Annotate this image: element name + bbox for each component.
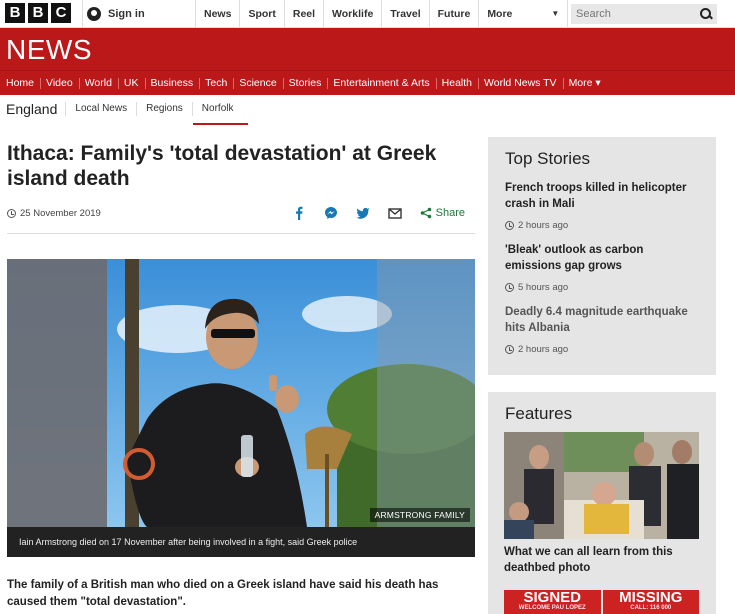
promo-small-text: CALL: 116 000 — [630, 605, 672, 611]
section-nav-business[interactable]: Business — [144, 71, 200, 96]
image-caption: Iain Armstrong died on 17 November after… — [7, 527, 475, 557]
share-button[interactable]: Share — [420, 207, 465, 219]
global-nav-news[interactable]: News — [195, 0, 239, 28]
clock-icon — [505, 345, 514, 354]
section-nav-tech[interactable]: Tech — [199, 71, 233, 96]
section-nav: Home Video World UK Business Tech Scienc… — [0, 70, 735, 95]
global-nav-worklife[interactable]: Worklife — [323, 0, 381, 28]
story-title[interactable]: 'Bleak' outlook as carbon emissions gap … — [505, 242, 699, 274]
features-panel: Features What we can all learn from this… — [488, 392, 716, 614]
share-label: Share — [435, 207, 465, 219]
clock-icon — [7, 209, 16, 218]
promo-small-text: WELCOME PAU LOPEZ — [518, 605, 586, 611]
region-title[interactable]: England — [0, 101, 65, 117]
chevron-down-icon: ▼ — [551, 9, 560, 18]
logo-letter: B — [28, 3, 48, 23]
regional-subnav: England Local News Regions Norfolk — [0, 96, 735, 125]
more-label: More — [487, 8, 513, 20]
top-story-item[interactable]: 'Bleak' outlook as carbon emissions gap … — [488, 242, 716, 293]
email-icon[interactable] — [387, 206, 402, 220]
subnav-norfolk[interactable]: Norfolk — [191, 102, 249, 125]
top-story-item[interactable]: French troops killed in helicopter crash… — [488, 180, 716, 231]
article-main-image: ARMSTRONG FAMILY — [7, 259, 475, 527]
section-nav-more[interactable]: More ▾ — [562, 71, 607, 96]
article-date: 25 November 2019 — [7, 208, 101, 219]
story-timestamp: 2 hours ago — [505, 220, 699, 231]
search-box — [571, 4, 717, 24]
article-meta: 25 November 2019 Share — [7, 206, 475, 234]
global-nav-future[interactable]: Future — [428, 0, 479, 28]
promo-missing: MISSING CALL: 116 000 — [602, 590, 699, 614]
news-header: NEWS — [0, 28, 735, 70]
story-timestamp: 2 hours ago — [505, 344, 699, 355]
section-nav-health[interactable]: Health — [435, 71, 478, 96]
subnav-local-news[interactable]: Local News — [65, 102, 136, 116]
top-stories-heading: Top Stories — [505, 149, 591, 168]
story-title[interactable]: Deadly 6.4 magnitude earthquake hits Alb… — [505, 304, 699, 336]
sign-in-link[interactable]: Sign in — [82, 0, 145, 28]
share-icon — [420, 207, 431, 219]
promo-signed: SIGNED WELCOME PAU LOPEZ — [504, 590, 601, 614]
search-icon[interactable] — [700, 8, 712, 20]
global-nav: News Sport Reel Worklife Travel Future M… — [195, 0, 569, 28]
section-nav-world-news-tv[interactable]: World News TV — [478, 71, 563, 96]
twitter-icon[interactable] — [356, 206, 370, 220]
subnav-regions[interactable]: Regions — [136, 102, 192, 116]
facebook-icon[interactable] — [292, 206, 306, 220]
search-input[interactable] — [576, 8, 686, 20]
sign-in-label: Sign in — [108, 8, 145, 20]
story-time-text: 2 hours ago — [518, 344, 569, 355]
section-nav-uk[interactable]: UK — [117, 71, 145, 96]
image-credit: ARMSTRONG FAMILY — [369, 508, 470, 522]
section-nav-home[interactable]: Home — [0, 71, 40, 96]
share-tools: Share — [292, 206, 465, 220]
date-text: 25 November 2019 — [20, 208, 101, 219]
feature-promo-banner[interactable]: SIGNED WELCOME PAU LOPEZ MISSING CALL: 1… — [504, 590, 699, 614]
section-nav-entertainment-arts[interactable]: Entertainment & Arts — [327, 71, 435, 96]
logo-letter: B — [5, 3, 25, 23]
messenger-icon[interactable] — [324, 206, 338, 220]
top-stories-panel: Top Stories French troops killed in heli… — [488, 137, 716, 375]
user-icon — [87, 7, 101, 21]
article-intro: The family of a British man who died on … — [7, 579, 439, 608]
features-heading: Features — [505, 404, 573, 423]
promo-big-text: SIGNED — [523, 590, 581, 606]
man-thumbs-up-photo — [7, 259, 475, 527]
story-time-text: 2 hours ago — [518, 220, 569, 231]
global-nav-more-button[interactable]: More ▼ — [478, 0, 569, 28]
deathbed-photo — [504, 432, 699, 539]
global-nav-reel[interactable]: Reel — [283, 0, 323, 28]
story-title[interactable]: French troops killed in helicopter crash… — [505, 180, 699, 212]
feature-image[interactable] — [504, 432, 699, 539]
section-nav-world[interactable]: World — [78, 71, 118, 96]
clock-icon — [505, 221, 514, 230]
logo-letter: C — [51, 3, 71, 23]
global-navigation-bar: B B C Sign in News Sport Reel Worklife T… — [0, 0, 735, 28]
story-time-text: 5 hours ago — [518, 282, 569, 293]
bbc-logo[interactable]: B B C — [5, 3, 71, 23]
promo-big-text: MISSING — [619, 590, 683, 606]
article-headline: Ithaca: Family's 'total devastation' at … — [7, 142, 437, 190]
global-nav-travel[interactable]: Travel — [381, 0, 428, 28]
section-nav-science[interactable]: Science — [233, 71, 282, 96]
section-nav-video[interactable]: Video — [40, 71, 79, 96]
top-story-item[interactable]: Deadly 6.4 magnitude earthquake hits Alb… — [488, 304, 716, 355]
clock-icon — [505, 283, 514, 292]
section-nav-stories[interactable]: Stories — [282, 71, 328, 96]
news-wordmark[interactable]: NEWS — [6, 34, 92, 66]
feature-title[interactable]: What we can all learn from this deathbed… — [504, 544, 699, 576]
story-timestamp: 5 hours ago — [505, 282, 699, 293]
global-nav-sport[interactable]: Sport — [239, 0, 283, 28]
